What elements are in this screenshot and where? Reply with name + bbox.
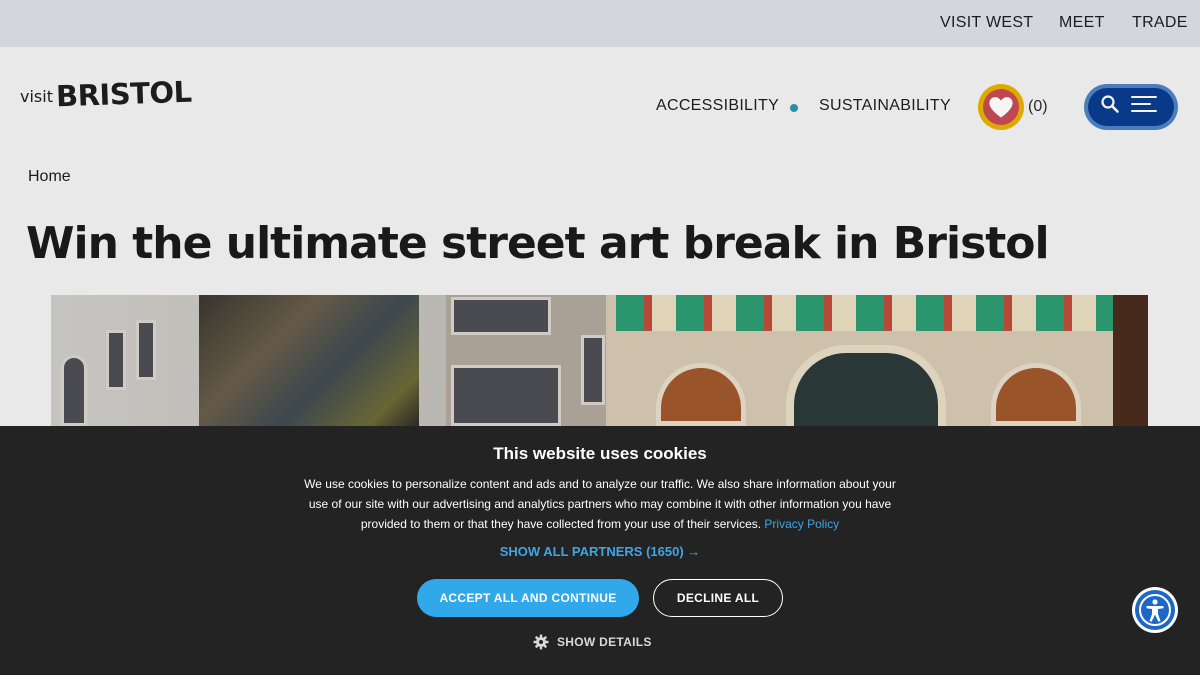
- hero-brick-wall: [1113, 295, 1148, 426]
- hero-window: [106, 330, 126, 390]
- favourites-count: (0): [1028, 98, 1048, 115]
- breadcrumb-home[interactable]: Home: [28, 168, 71, 186]
- hamburger-icon: [1131, 96, 1157, 112]
- hero-window: [581, 335, 605, 405]
- decline-all-button[interactable]: DECLINE ALL: [653, 579, 783, 617]
- privacy-policy-link[interactable]: Privacy Policy: [764, 517, 839, 531]
- search-icon: [1101, 95, 1119, 113]
- nav-separator-dot: [790, 104, 798, 112]
- hero-tile-frieze: [616, 295, 1116, 331]
- cookie-banner-text: We use cookies to personalize content an…: [300, 474, 900, 534]
- show-all-partners-link[interactable]: SHOW ALL PARTNERS (1650) →: [0, 544, 1200, 559]
- logo-visit-text: visit: [20, 87, 53, 106]
- accept-all-button[interactable]: ACCEPT ALL AND CONTINUE: [417, 579, 639, 617]
- visit-bristol-logo[interactable]: visit BRISTOL: [20, 75, 192, 119]
- search-menu-button[interactable]: [1084, 84, 1178, 130]
- favourites-button[interactable]: [978, 84, 1024, 130]
- logo-brand-text: BRISTOL: [55, 74, 193, 114]
- nav-accessibility[interactable]: ACCESSIBILITY: [656, 97, 779, 115]
- accessibility-icon: [1139, 594, 1171, 626]
- page-title: Win the ultimate street art break in Bri…: [26, 218, 1050, 269]
- trade-link[interactable]: TRADE: [1132, 14, 1188, 32]
- cookie-consent-banner: This website uses cookies We use cookies…: [0, 426, 1200, 675]
- gear-icon: [533, 634, 549, 650]
- nav-sustainability[interactable]: SUSTAINABILITY: [819, 97, 951, 115]
- accessibility-widget-button[interactable]: [1132, 587, 1178, 633]
- hero-window: [451, 365, 561, 426]
- hero-street-art-mural: [199, 295, 419, 426]
- show-details-label: SHOW DETAILS: [557, 635, 652, 649]
- heart-icon: [989, 97, 1013, 118]
- utility-bar: VISIT WEST MEET TRADE: [0, 0, 1200, 47]
- hero-window: [451, 297, 551, 335]
- site-header: visit BRISTOL ACCESSIBILITY SUSTAINABILI…: [0, 47, 1200, 167]
- meet-link[interactable]: MEET: [1059, 14, 1105, 32]
- hero-image: [51, 295, 1148, 426]
- hero-window: [61, 355, 87, 426]
- visit-west-link[interactable]: VISIT WEST: [940, 14, 1033, 32]
- cookie-banner-title: This website uses cookies: [493, 444, 707, 463]
- hero-arch-doorway: [786, 345, 946, 426]
- hero-window: [136, 320, 156, 380]
